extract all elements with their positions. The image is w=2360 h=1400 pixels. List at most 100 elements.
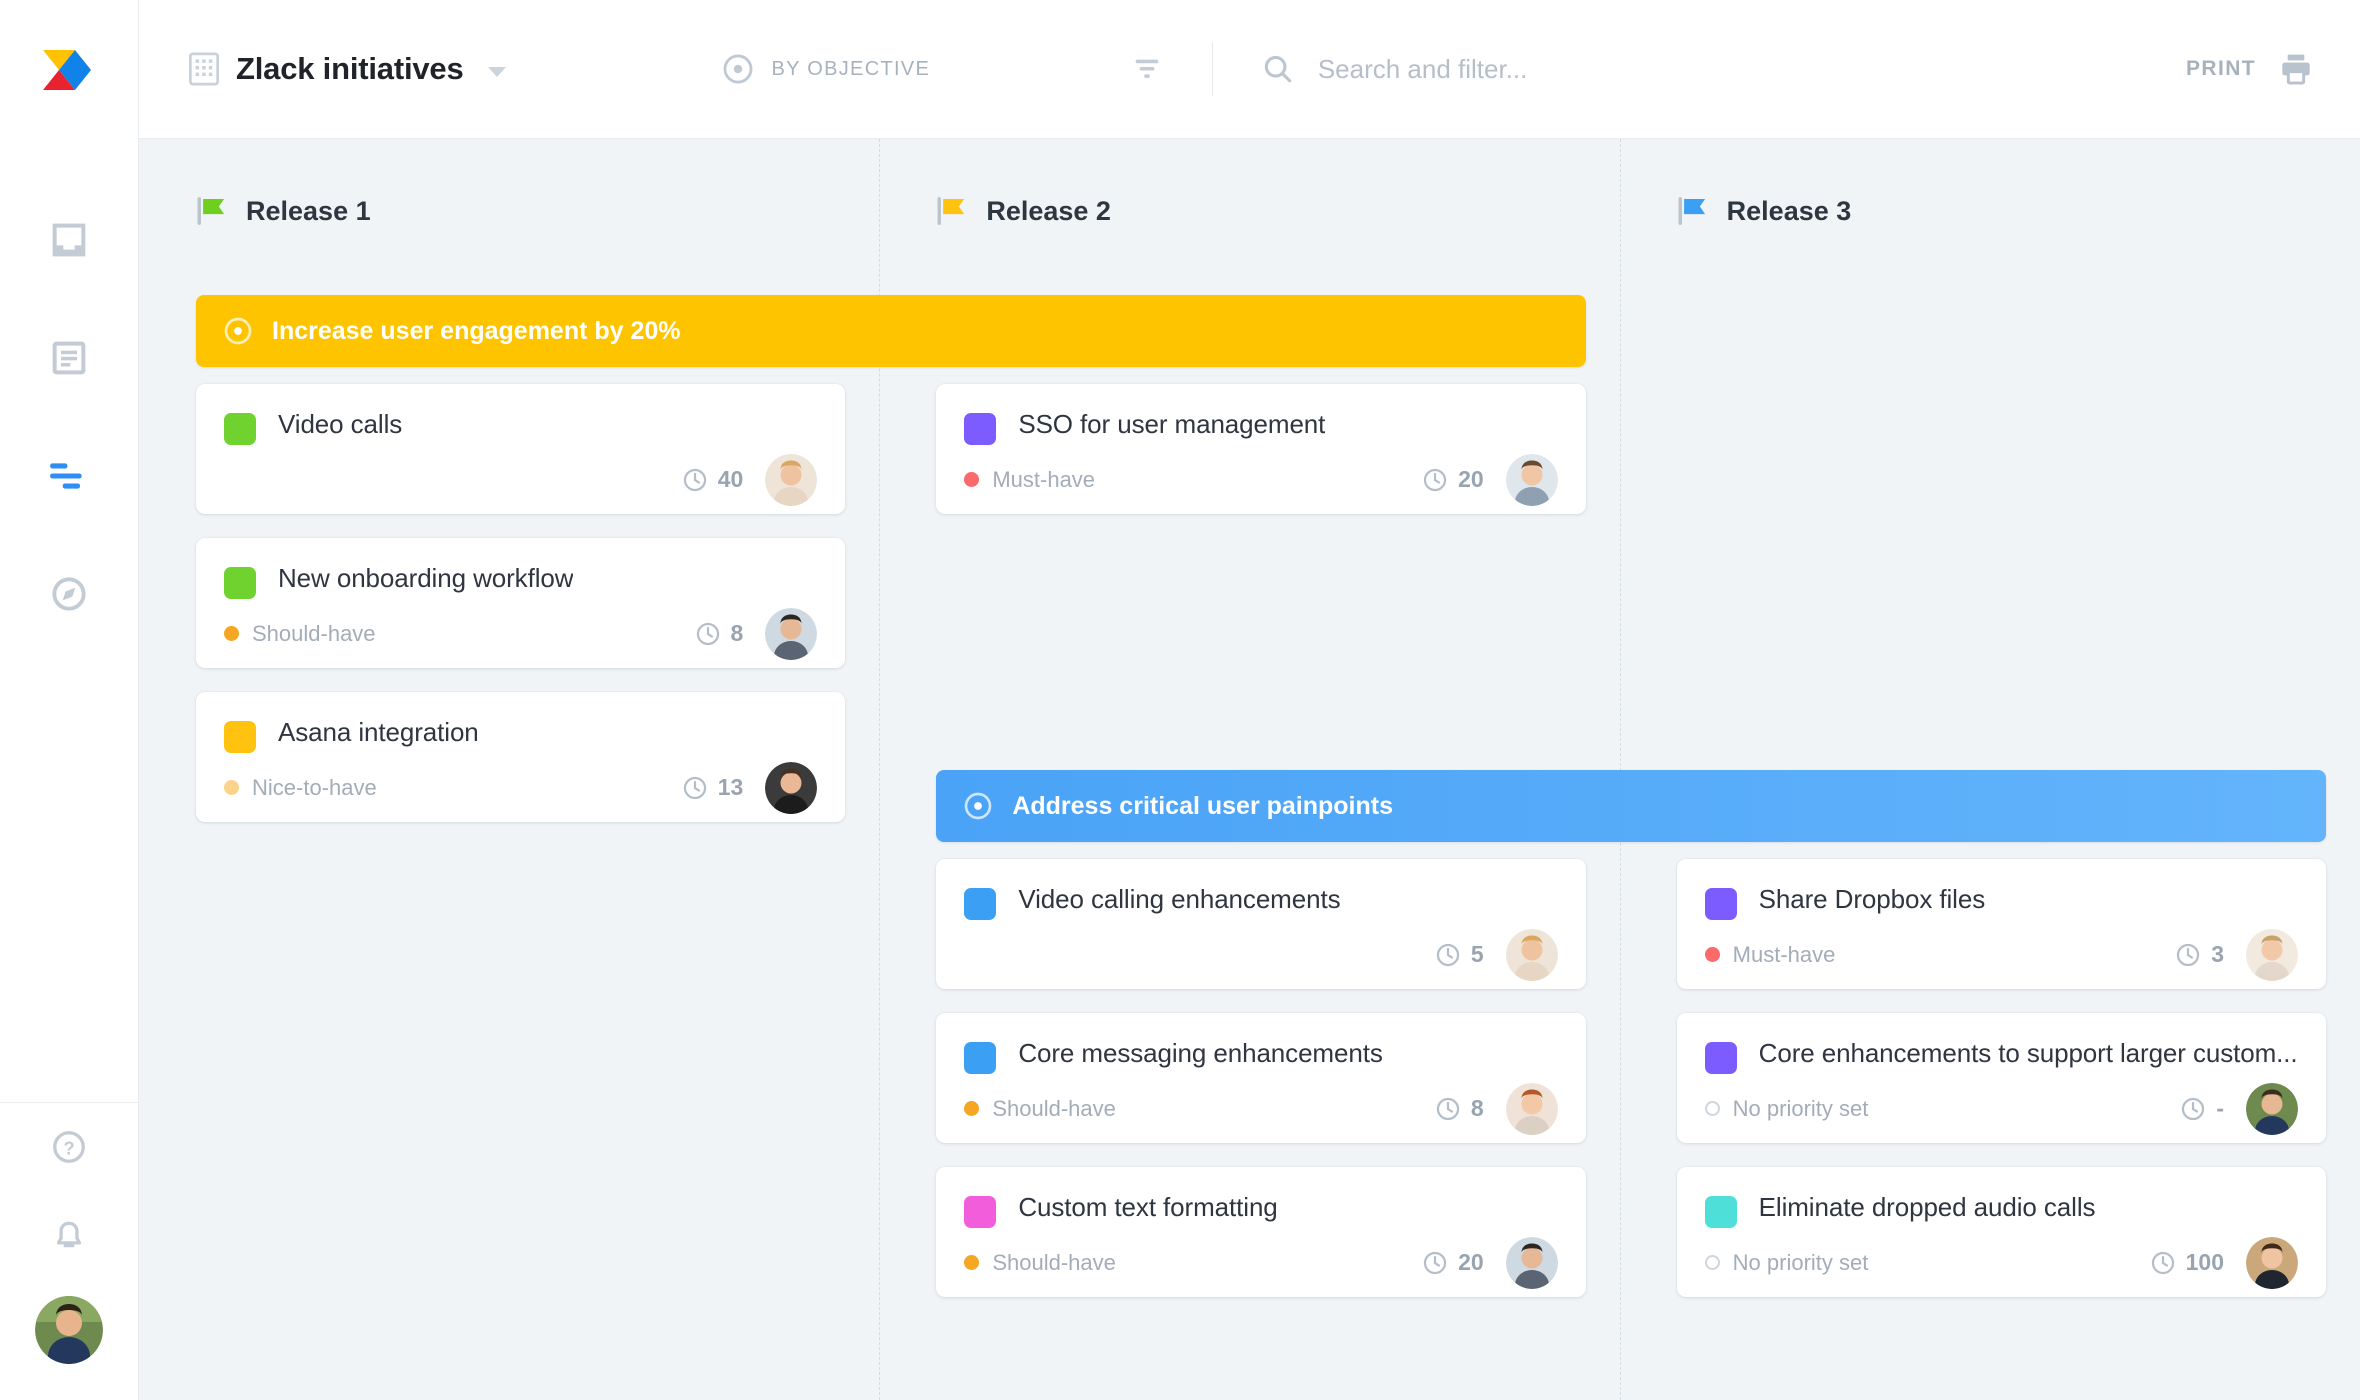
card-title: SSO for user management — [1018, 410, 1326, 439]
card-header: Eliminate dropped audio calls — [1704, 1193, 2298, 1228]
effort-value: 5 — [1470, 941, 1484, 967]
sidebar-bottom: ? — [0, 1102, 138, 1400]
card-meta: 20 — [1421, 1236, 1558, 1289]
column-header[interactable]: Release 2 — [936, 194, 1111, 228]
card-header: New onboarding workflow — [224, 564, 817, 599]
avatar-woman-blonde-image — [1505, 928, 1558, 981]
clock-icon — [2182, 1097, 2205, 1120]
avatar-woman-brunette-image — [765, 761, 818, 814]
sidebar-item-explore[interactable] — [0, 535, 138, 653]
card-footer: Must-have 20 — [964, 445, 1558, 514]
objective-banner[interactable]: Increase user engagement by 20% — [196, 295, 1586, 367]
sidebar-item-dashboard[interactable] — [0, 181, 138, 299]
priority-dot — [224, 626, 239, 641]
grid-icon — [189, 52, 219, 86]
column-header[interactable]: Release 1 — [196, 194, 371, 228]
card-color-swatch — [964, 413, 997, 445]
assignee-avatar[interactable] — [1505, 1082, 1558, 1135]
sidebar-item-roadmap[interactable] — [0, 417, 138, 535]
assignee-avatar[interactable] — [2245, 1082, 2298, 1135]
feature-card[interactable]: New onboarding workflow Should-have 8 — [196, 538, 846, 668]
avatar-man-dark-image — [1505, 1236, 1558, 1289]
effort-estimate: 3 — [2174, 941, 2224, 969]
objective-label: Increase user engagement by 20% — [272, 316, 681, 345]
avatar-man-outdoor-image — [2245, 1082, 2298, 1135]
effort-value: - — [2216, 1095, 2224, 1121]
feature-card[interactable]: SSO for user management Must-have 20 — [936, 384, 1586, 514]
assignee-avatar[interactable] — [765, 761, 818, 814]
feature-card[interactable]: Video calls 40 — [196, 384, 846, 514]
assignee-avatar[interactable] — [1505, 1236, 1558, 1289]
feature-card[interactable]: Asana integration Nice-to-have 13 — [196, 692, 846, 822]
priority-text: Must-have — [1732, 941, 1836, 967]
priority-dot — [1704, 947, 1720, 962]
effort-value: 8 — [1470, 1095, 1484, 1121]
assignee-avatar[interactable] — [2245, 1236, 2298, 1289]
feature-card[interactable]: Core enhancements to support larger cust… — [1676, 1013, 2326, 1143]
card-header: Share Dropbox files — [1704, 885, 2298, 920]
sidebar-nav — [0, 181, 138, 653]
effort-estimate: 40 — [681, 466, 743, 494]
feature-card[interactable]: Core messaging enhancements Should-have … — [936, 1013, 1586, 1143]
card-title: Share Dropbox files — [1758, 885, 1986, 914]
feature-card[interactable]: Eliminate dropped audio calls No priorit… — [1676, 1167, 2326, 1297]
roadmap-bars-icon — [50, 463, 82, 489]
card-header: Asana integration — [224, 718, 817, 753]
avatar-woman-blonde2-image — [2245, 928, 2298, 981]
clock-icon — [1423, 468, 1447, 491]
card-header: Core enhancements to support larger cust… — [1704, 1039, 2298, 1074]
feature-card[interactable]: Custom text formatting Should-have 20 — [936, 1167, 1586, 1297]
card-title: New onboarding workflow — [278, 564, 574, 593]
effort-value: 20 — [1458, 1249, 1484, 1275]
card-title: Core messaging enhancements — [1018, 1039, 1383, 1068]
flag-icon — [197, 197, 225, 225]
search-box[interactable] — [1261, 51, 2158, 87]
grouping-label: BY OBJECTIVE — [771, 57, 931, 80]
effort-value: 8 — [730, 620, 744, 646]
priority-label: No priority set — [1704, 1095, 1869, 1122]
priority-text: Should-have — [252, 620, 376, 646]
clock-icon — [1436, 943, 1460, 966]
app-logo[interactable] — [0, 0, 138, 139]
assignee-avatar[interactable] — [1505, 928, 1558, 981]
card-meta: 8 — [1434, 1082, 1558, 1135]
column-label: Release 2 — [986, 195, 1111, 226]
card-footer: Should-have 20 — [964, 1228, 1558, 1297]
assignee-avatar[interactable] — [1505, 453, 1558, 506]
priority-dot — [964, 1101, 980, 1116]
search-input[interactable] — [1317, 53, 2158, 85]
sidebar-item-notifications[interactable] — [0, 1192, 138, 1282]
assignee-avatar[interactable] — [765, 453, 818, 506]
priority-text: No priority set — [1732, 1249, 1869, 1275]
column-label: Release 3 — [1726, 195, 1852, 226]
feature-card[interactable]: Video calling enhancements 5 — [936, 859, 1586, 989]
print-label: PRINT — [2186, 57, 2256, 80]
priority-text: Should-have — [992, 1249, 1116, 1275]
priority-label: No priority set — [1704, 1249, 1869, 1276]
grouping-selector[interactable]: BY OBJECTIVE — [721, 52, 930, 86]
chevron-down-icon[interactable] — [488, 66, 507, 77]
effort-value: 20 — [1458, 466, 1484, 492]
objective-banner[interactable]: Address critical user painpoints — [936, 770, 2326, 842]
print-button[interactable]: PRINT — [2186, 49, 2326, 89]
priority-text: No priority set — [1732, 1095, 1869, 1121]
card-footer: Should-have 8 — [964, 1074, 1558, 1143]
feature-card[interactable]: Share Dropbox files Must-have 3 — [1676, 859, 2326, 989]
card-meta: 20 — [1421, 453, 1558, 506]
priority-label: Must-have — [1704, 941, 1836, 968]
avatar-man-dark-image — [765, 607, 818, 660]
card-header: Custom text formatting — [964, 1193, 1557, 1228]
assignee-avatar[interactable] — [2245, 928, 2298, 981]
column-header[interactable]: Release 3 — [1677, 194, 1852, 228]
avatar[interactable] — [35, 1296, 103, 1364]
card-header: Video calls — [224, 410, 817, 445]
sidebar-item-documents[interactable] — [0, 299, 138, 417]
board-title-group[interactable]: Zlack initiatives — [189, 51, 507, 87]
objective-label: Address critical user painpoints — [1012, 791, 1393, 820]
card-footer: No priority set - — [1704, 1074, 2298, 1143]
effort-value: 100 — [2185, 1249, 2224, 1275]
sidebar-item-help[interactable]: ? — [0, 1102, 138, 1192]
assignee-avatar[interactable] — [765, 607, 818, 660]
card-footer: Must-have 3 — [1704, 920, 2298, 989]
filter-button[interactable] — [1130, 52, 1164, 86]
